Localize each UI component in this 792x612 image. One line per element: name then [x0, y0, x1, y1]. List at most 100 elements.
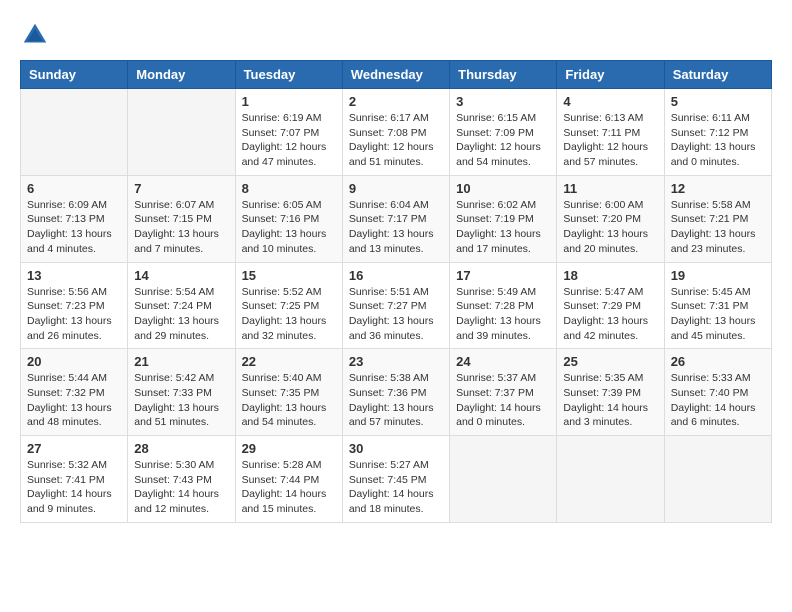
daylight: Daylight: 12 hours and 57 minutes. [563, 141, 648, 168]
sunrise: Sunrise: 6:17 AM [349, 112, 429, 124]
sunrise: Sunrise: 5:58 AM [671, 199, 751, 211]
day-detail: Sunrise: 5:51 AM Sunset: 7:27 PM Dayligh… [349, 285, 443, 344]
sunset: Sunset: 7:36 PM [349, 387, 427, 399]
daylight: Daylight: 13 hours and 0 minutes. [671, 141, 756, 168]
page-header [20, 20, 772, 50]
day-number: 7 [134, 181, 228, 196]
sunset: Sunset: 7:41 PM [27, 474, 105, 486]
daylight: Daylight: 13 hours and 32 minutes. [242, 315, 327, 342]
daylight: Daylight: 12 hours and 51 minutes. [349, 141, 434, 168]
day-number: 14 [134, 268, 228, 283]
sunset: Sunset: 7:09 PM [456, 127, 534, 139]
calendar-cell: 23 Sunrise: 5:38 AM Sunset: 7:36 PM Dayl… [342, 349, 449, 436]
day-number: 18 [563, 268, 657, 283]
calendar-cell: 21 Sunrise: 5:42 AM Sunset: 7:33 PM Dayl… [128, 349, 235, 436]
daylight: Daylight: 13 hours and 51 minutes. [134, 402, 219, 429]
day-header: Tuesday [235, 61, 342, 89]
sunrise: Sunrise: 5:35 AM [563, 372, 643, 384]
calendar-cell: 18 Sunrise: 5:47 AM Sunset: 7:29 PM Dayl… [557, 262, 664, 349]
daylight: Daylight: 13 hours and 17 minutes. [456, 228, 541, 255]
sunset: Sunset: 7:27 PM [349, 300, 427, 312]
sunrise: Sunrise: 6:00 AM [563, 199, 643, 211]
day-number: 21 [134, 354, 228, 369]
day-number: 10 [456, 181, 550, 196]
sunrise: Sunrise: 5:40 AM [242, 372, 322, 384]
sunrise: Sunrise: 5:28 AM [242, 459, 322, 471]
day-detail: Sunrise: 6:00 AM Sunset: 7:20 PM Dayligh… [563, 198, 657, 257]
daylight: Daylight: 14 hours and 15 minutes. [242, 488, 327, 515]
day-detail: Sunrise: 5:40 AM Sunset: 7:35 PM Dayligh… [242, 371, 336, 430]
calendar-table: SundayMondayTuesdayWednesdayThursdayFrid… [20, 60, 772, 523]
day-number: 16 [349, 268, 443, 283]
sunset: Sunset: 7:39 PM [563, 387, 641, 399]
sunrise: Sunrise: 5:45 AM [671, 286, 751, 298]
day-detail: Sunrise: 5:28 AM Sunset: 7:44 PM Dayligh… [242, 458, 336, 517]
daylight: Daylight: 13 hours and 26 minutes. [27, 315, 112, 342]
day-number: 6 [27, 181, 121, 196]
day-number: 30 [349, 441, 443, 456]
day-detail: Sunrise: 6:13 AM Sunset: 7:11 PM Dayligh… [563, 111, 657, 170]
sunset: Sunset: 7:35 PM [242, 387, 320, 399]
day-detail: Sunrise: 6:09 AM Sunset: 7:13 PM Dayligh… [27, 198, 121, 257]
day-detail: Sunrise: 5:45 AM Sunset: 7:31 PM Dayligh… [671, 285, 765, 344]
logo [20, 20, 54, 50]
daylight: Daylight: 13 hours and 42 minutes. [563, 315, 648, 342]
calendar-week-row: 13 Sunrise: 5:56 AM Sunset: 7:23 PM Dayl… [21, 262, 772, 349]
calendar-cell: 20 Sunrise: 5:44 AM Sunset: 7:32 PM Dayl… [21, 349, 128, 436]
daylight: Daylight: 13 hours and 29 minutes. [134, 315, 219, 342]
day-number: 22 [242, 354, 336, 369]
day-number: 1 [242, 94, 336, 109]
sunset: Sunset: 7:28 PM [456, 300, 534, 312]
calendar-header-row: SundayMondayTuesdayWednesdayThursdayFrid… [21, 61, 772, 89]
daylight: Daylight: 14 hours and 18 minutes. [349, 488, 434, 515]
day-detail: Sunrise: 6:05 AM Sunset: 7:16 PM Dayligh… [242, 198, 336, 257]
sunrise: Sunrise: 6:11 AM [671, 112, 750, 124]
calendar-cell: 15 Sunrise: 5:52 AM Sunset: 7:25 PM Dayl… [235, 262, 342, 349]
day-detail: Sunrise: 5:58 AM Sunset: 7:21 PM Dayligh… [671, 198, 765, 257]
daylight: Daylight: 14 hours and 0 minutes. [456, 402, 541, 429]
sunrise: Sunrise: 6:13 AM [563, 112, 643, 124]
sunset: Sunset: 7:31 PM [671, 300, 749, 312]
day-number: 4 [563, 94, 657, 109]
day-detail: Sunrise: 5:52 AM Sunset: 7:25 PM Dayligh… [242, 285, 336, 344]
calendar-cell: 14 Sunrise: 5:54 AM Sunset: 7:24 PM Dayl… [128, 262, 235, 349]
calendar-cell: 27 Sunrise: 5:32 AM Sunset: 7:41 PM Dayl… [21, 436, 128, 523]
daylight: Daylight: 13 hours and 54 minutes. [242, 402, 327, 429]
sunrise: Sunrise: 5:30 AM [134, 459, 214, 471]
sunset: Sunset: 7:23 PM [27, 300, 105, 312]
sunset: Sunset: 7:37 PM [456, 387, 534, 399]
calendar-cell [450, 436, 557, 523]
day-detail: Sunrise: 6:04 AM Sunset: 7:17 PM Dayligh… [349, 198, 443, 257]
day-detail: Sunrise: 5:47 AM Sunset: 7:29 PM Dayligh… [563, 285, 657, 344]
day-number: 5 [671, 94, 765, 109]
day-number: 15 [242, 268, 336, 283]
day-detail: Sunrise: 5:42 AM Sunset: 7:33 PM Dayligh… [134, 371, 228, 430]
sunrise: Sunrise: 5:49 AM [456, 286, 536, 298]
calendar-week-row: 20 Sunrise: 5:44 AM Sunset: 7:32 PM Dayl… [21, 349, 772, 436]
daylight: Daylight: 13 hours and 23 minutes. [671, 228, 756, 255]
calendar-cell: 9 Sunrise: 6:04 AM Sunset: 7:17 PM Dayli… [342, 175, 449, 262]
calendar-cell: 6 Sunrise: 6:09 AM Sunset: 7:13 PM Dayli… [21, 175, 128, 262]
day-detail: Sunrise: 6:02 AM Sunset: 7:19 PM Dayligh… [456, 198, 550, 257]
calendar-cell [557, 436, 664, 523]
day-header: Thursday [450, 61, 557, 89]
day-number: 2 [349, 94, 443, 109]
calendar-cell: 10 Sunrise: 6:02 AM Sunset: 7:19 PM Dayl… [450, 175, 557, 262]
daylight: Daylight: 13 hours and 57 minutes. [349, 402, 434, 429]
day-number: 20 [27, 354, 121, 369]
sunrise: Sunrise: 5:27 AM [349, 459, 429, 471]
calendar-cell [664, 436, 771, 523]
sunset: Sunset: 7:13 PM [27, 213, 105, 225]
sunset: Sunset: 7:08 PM [349, 127, 427, 139]
daylight: Daylight: 13 hours and 10 minutes. [242, 228, 327, 255]
sunset: Sunset: 7:21 PM [671, 213, 749, 225]
calendar-cell: 13 Sunrise: 5:56 AM Sunset: 7:23 PM Dayl… [21, 262, 128, 349]
day-number: 3 [456, 94, 550, 109]
calendar-week-row: 6 Sunrise: 6:09 AM Sunset: 7:13 PM Dayli… [21, 175, 772, 262]
day-detail: Sunrise: 5:54 AM Sunset: 7:24 PM Dayligh… [134, 285, 228, 344]
sunset: Sunset: 7:15 PM [134, 213, 212, 225]
day-detail: Sunrise: 5:44 AM Sunset: 7:32 PM Dayligh… [27, 371, 121, 430]
day-number: 23 [349, 354, 443, 369]
day-number: 29 [242, 441, 336, 456]
day-number: 25 [563, 354, 657, 369]
